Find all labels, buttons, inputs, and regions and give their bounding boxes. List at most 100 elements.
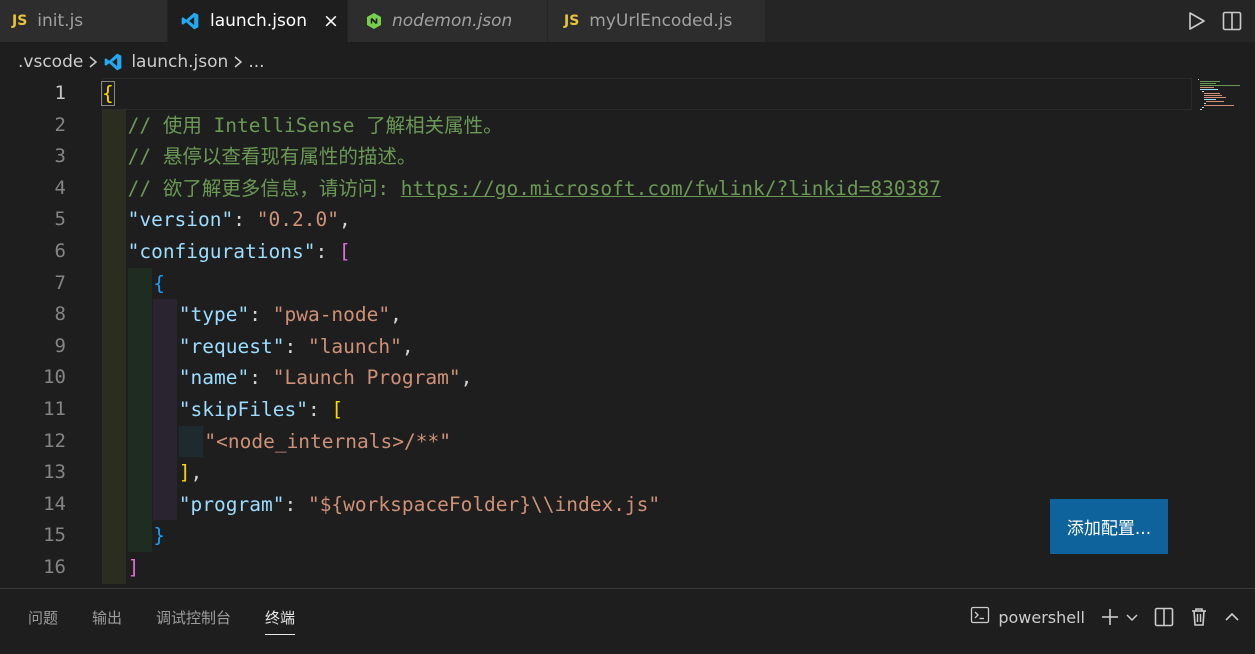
code-token: : bbox=[249, 303, 273, 327]
code-token: } bbox=[153, 524, 165, 548]
code-token: ] bbox=[178, 461, 191, 485]
chevron-up-icon[interactable] bbox=[1223, 608, 1241, 626]
line-number: 14 bbox=[43, 492, 66, 515]
javascript-icon: JS bbox=[564, 13, 580, 29]
line-number: 1 bbox=[54, 82, 66, 104]
tab-problems[interactable]: 问题 bbox=[28, 589, 58, 645]
line-number: 5 bbox=[54, 208, 66, 231]
tab-terminal[interactable]: 终端 bbox=[265, 589, 296, 645]
line-number: 15 bbox=[43, 524, 66, 547]
editor-actions bbox=[1185, 0, 1255, 42]
terminal-icon bbox=[970, 606, 990, 628]
line-number: 13 bbox=[43, 461, 66, 484]
code-token: "program" bbox=[178, 492, 285, 516]
tab-output[interactable]: 输出 bbox=[92, 589, 122, 645]
tab-init-js[interactable]: JS init.js bbox=[0, 0, 168, 42]
code-token: "version" bbox=[127, 208, 234, 232]
tab-myurlencoded-js[interactable]: JS myUrlEncoded.js bbox=[548, 0, 766, 42]
indent-guide bbox=[128, 267, 152, 552]
javascript-icon: JS bbox=[12, 13, 28, 29]
code-token: ] bbox=[127, 556, 140, 579]
code-line[interactable]: // 使用 IntelliSense 了解相关属性。 bbox=[128, 110, 503, 142]
code-token: // 悬停以查看现有属性的描述。 bbox=[127, 145, 417, 169]
code-token: , bbox=[460, 366, 473, 390]
code-line[interactable]: ] bbox=[128, 552, 140, 584]
code-token: : bbox=[284, 492, 308, 516]
code-line[interactable]: "<node_internals>/**" bbox=[204, 426, 451, 458]
code-line[interactable]: { bbox=[101, 78, 115, 110]
tab-nodemon-json[interactable]: nodemon.json bbox=[348, 0, 548, 42]
code-token: , bbox=[338, 208, 351, 232]
code-editor[interactable]: 1 2 3 4 5 6 7 8 9 10 11 12 13 14 15 16 {// 使用 IntelliSe… bbox=[0, 78, 1255, 588]
code-token: : bbox=[249, 366, 273, 390]
breadcrumb: .vscode launch.json ... bbox=[0, 46, 265, 78]
code-token: : bbox=[307, 398, 332, 421]
panel-tabs: 问题 输出 调试控制台 终端 bbox=[28, 589, 296, 645]
code-token: [ bbox=[338, 240, 351, 263]
breadcrumb-file[interactable]: launch.json bbox=[131, 52, 228, 72]
split-editor-icon[interactable] bbox=[1221, 10, 1243, 32]
breadcrumb-more[interactable]: ... bbox=[248, 52, 264, 72]
code-line[interactable]: "version": "0.2.0", bbox=[128, 204, 351, 236]
code-line[interactable]: } bbox=[153, 520, 165, 552]
code-token: "launch" bbox=[307, 334, 402, 358]
tab-launch-json[interactable]: launch.json × bbox=[168, 0, 348, 42]
line-number: 8 bbox=[54, 303, 66, 326]
chevron-down-icon[interactable] bbox=[1125, 610, 1139, 624]
code-token: : bbox=[315, 240, 339, 263]
code-token: [ bbox=[331, 398, 344, 421]
terminal-selector[interactable]: powershell bbox=[970, 606, 1085, 628]
code-token: "skipFiles" bbox=[178, 398, 308, 421]
indent-guide bbox=[102, 109, 126, 584]
code-line[interactable]: "request": "launch", bbox=[179, 331, 414, 363]
code-token: // 使用 IntelliSense 了解相关属性。 bbox=[127, 113, 503, 137]
line-number: 4 bbox=[54, 176, 66, 199]
bottom-panel: 问题 输出 调试控制台 终端 powershell bbox=[0, 588, 1255, 654]
tab-debug-console[interactable]: 调试控制台 bbox=[156, 589, 231, 645]
code-token: "Launch Program" bbox=[272, 366, 461, 390]
code-line[interactable]: "type": "pwa-node", bbox=[179, 299, 402, 331]
line-number: 6 bbox=[54, 240, 66, 262]
add-configuration-button[interactable]: 添加配置... bbox=[1050, 499, 1168, 554]
code-line[interactable]: // 悬停以查看现有属性的描述。 bbox=[128, 141, 417, 173]
line-number: 3 bbox=[54, 145, 66, 168]
run-icon[interactable] bbox=[1185, 10, 1207, 32]
code-line[interactable]: { bbox=[153, 268, 165, 300]
code-token: { bbox=[101, 81, 115, 106]
line-number: 9 bbox=[54, 334, 66, 357]
code-token: : bbox=[233, 208, 257, 232]
code-link[interactable]: https://go.microsoft.com/fwlink/?linkid=… bbox=[401, 177, 941, 200]
code-line[interactable]: "program": "${workspaceFolder}\\index.js… bbox=[179, 489, 660, 521]
code-line[interactable]: ], bbox=[179, 457, 203, 489]
panel-actions: powershell bbox=[970, 589, 1241, 645]
line-number: 16 bbox=[43, 556, 66, 578]
split-terminal-icon[interactable] bbox=[1153, 606, 1175, 628]
line-number: 10 bbox=[43, 366, 66, 389]
code-token: "${workspaceFolder}\\index.js" bbox=[307, 492, 661, 516]
code-token: , bbox=[401, 334, 414, 358]
code-token: { bbox=[153, 271, 165, 295]
close-icon[interactable]: × bbox=[323, 11, 339, 31]
code-line[interactable]: "configurations": [ bbox=[128, 236, 351, 268]
vscode-icon bbox=[103, 52, 123, 72]
breadcrumb-folder[interactable]: .vscode bbox=[18, 52, 83, 72]
minimap[interactable] bbox=[1196, 78, 1246, 118]
new-terminal-icon[interactable] bbox=[1099, 606, 1121, 628]
chevron-right-icon bbox=[232, 55, 244, 69]
terminal-name: powershell bbox=[998, 607, 1085, 627]
code-line[interactable]: "name": "Launch Program", bbox=[179, 362, 473, 394]
chevron-right-icon bbox=[87, 55, 99, 69]
line-number: 7 bbox=[54, 271, 66, 294]
code-token: "name" bbox=[178, 366, 250, 390]
code-token: // 欲了解更多信息，请访问: bbox=[127, 176, 401, 200]
code-token: "<node_internals>/**" bbox=[204, 429, 451, 453]
trash-icon[interactable] bbox=[1189, 606, 1209, 628]
code-line[interactable]: // 欲了解更多信息，请访问: https://go.microsoft.com… bbox=[128, 173, 941, 205]
current-line-highlight bbox=[102, 78, 1192, 110]
code-token: "configurations" bbox=[127, 240, 316, 263]
code-line[interactable]: "skipFiles": [ bbox=[179, 394, 343, 426]
code-token: "type" bbox=[178, 303, 250, 327]
indent-guide bbox=[179, 425, 203, 458]
code-token: "pwa-node" bbox=[272, 303, 391, 327]
tab-label: nodemon.json bbox=[392, 11, 513, 31]
